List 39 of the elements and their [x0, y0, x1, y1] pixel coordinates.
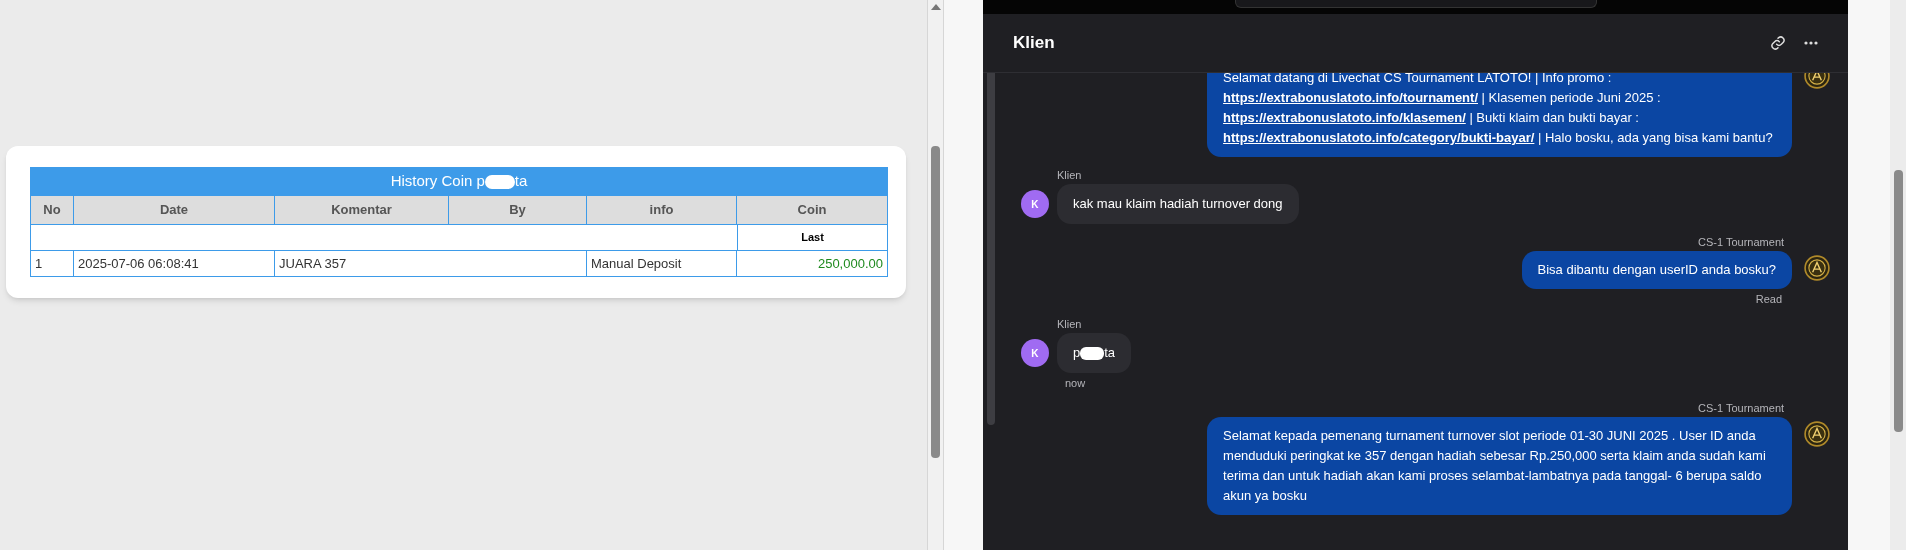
column-header: No	[30, 196, 73, 224]
column-header: info	[586, 196, 736, 224]
table-cell-text: 1	[35, 254, 43, 273]
column-header: By	[448, 196, 586, 224]
chat-title: Klien	[1012, 32, 1055, 55]
avatar: K	[1020, 339, 1049, 367]
sender-name: Klien	[1056, 169, 1083, 182]
link[interactable]: https://extrabonuslatoto.info/klasemen/	[1223, 110, 1466, 125]
more-icon[interactable]	[1804, 41, 1819, 45]
sender-name: Klien	[1056, 318, 1083, 331]
table-cell-text: 250,000.00	[817, 254, 883, 273]
column-header: Date	[73, 196, 274, 224]
avatar-icon	[1804, 255, 1831, 281]
page-scrollbar[interactable]	[927, 0, 944, 550]
link[interactable]: https://extrabonuslatoto.info/category/bukti-bayar/	[1223, 130, 1535, 145]
message-bubble: Selamat datang di Livechat CS Tournament LATOTO! | Info promo : https://extrabonuslatoto.info/tournament/ | Klasemen periode Juni 2025 : https://extrabonuslatoto.info/klasemen/ | Bukti klaim dan bukti bayar : https://extrabonuslatoto.info/category/bukti-bayar/ | Halo bosku, ada yang bisa kami bantu?	[1207, 73, 1793, 157]
link[interactable]: https://extrabonuslatoto.info/tournament/	[1223, 90, 1478, 105]
message-bubble: kak mau klaim hadiah turnover dong	[1056, 184, 1299, 224]
column-header: Coin	[736, 196, 888, 224]
table-title: History Coin p ta	[30, 167, 888, 196]
avatar: K	[1020, 190, 1049, 218]
message-bubble: Selamat kepada pemenang turnament turnover slot periode 01-30 JUNI 2025 . User ID anda menduduki peringkat ke 357 dengan hadiah sebesar Rp.250,000 serta klaim anda sudah kami terima dan untuk hadiah akan kami proses selambat-lambatnya pada tanggal- 6 berupa saldo akun ya bosku	[1207, 417, 1793, 515]
column-header: Komentar	[274, 196, 448, 224]
avatar-icon	[1804, 421, 1831, 447]
message-status: Read	[1755, 293, 1783, 306]
message-status: now	[1064, 377, 1087, 390]
redaction-mark	[484, 174, 515, 189]
column-subheader: Last	[737, 225, 887, 250]
search-field[interactable]	[1234, 0, 1597, 8]
message-bubble: p ta	[1056, 333, 1132, 373]
sender-name: CS-1 Tournament	[1698, 402, 1785, 415]
link-icon[interactable]	[1770, 35, 1787, 51]
table-cell-text: 2025-07-06 06:08:41	[78, 254, 199, 273]
sender-name: CS-1 Tournament	[1698, 236, 1785, 249]
message-bubble: Bisa dibantu dengan userID anda bosku?	[1521, 251, 1793, 289]
redaction-mark	[1080, 347, 1105, 361]
chat-scrollbar[interactable]	[986, 73, 995, 425]
table-cell-text: JUARA 357	[279, 254, 347, 273]
table-cell-text: Manual Deposit	[591, 254, 682, 273]
